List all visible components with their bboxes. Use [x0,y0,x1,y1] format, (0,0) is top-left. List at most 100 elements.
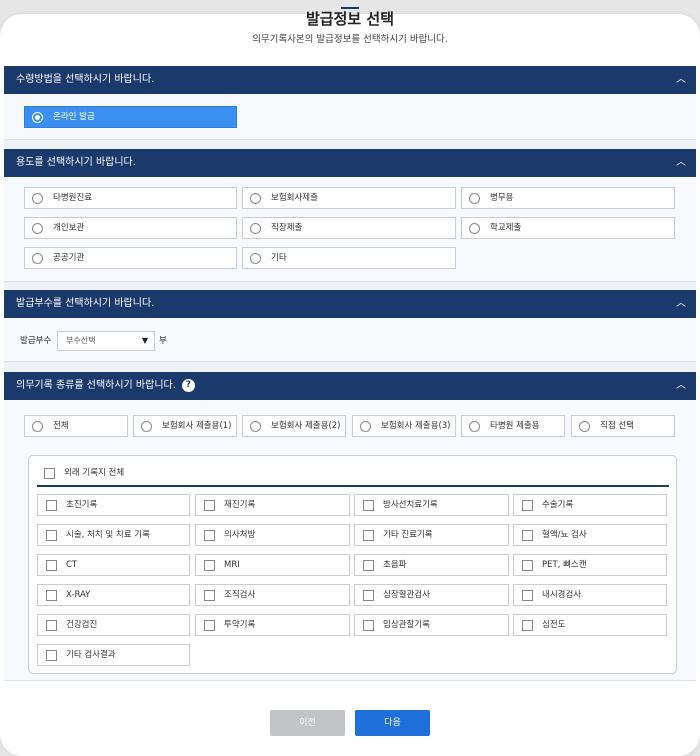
record-item-checkbox[interactable]: MRI [195,554,350,576]
prev-button[interactable]: 이전 [270,710,345,736]
option-label: 보험회사 제출용(3) [381,421,451,431]
purpose-option[interactable]: 공공기관 [24,247,237,269]
checkbox-label: 심전도 [542,620,566,630]
option-label: 공공기관 [53,253,85,263]
checkbox-icon [204,620,215,631]
purpose-option[interactable]: 직장제출 [242,217,456,239]
receipt-option-online[interactable]: 온라인 발급 [24,106,237,128]
checkbox-label: MRI [224,560,240,570]
checkbox-label: 외래 기록지 전체 [64,468,125,478]
checkbox-label: 임상관찰기록 [383,620,430,630]
record-type-option[interactable]: 보험회사 제출용(2) [242,415,346,437]
checkbox-icon [204,590,215,601]
record-item-checkbox[interactable]: 기타 진료기록 [354,524,509,546]
section-body-copies: 발급부수 부수선택 ▼ 부 [4,318,696,362]
record-type-option[interactable]: 전체 [24,415,128,437]
checkbox-label: 수술기록 [542,500,574,510]
checkbox-label: CT [66,560,78,570]
checkbox-label: X-RAY [66,590,91,600]
option-label: 직접 선택 [600,421,634,431]
record-item-checkbox[interactable]: 의사처방 [195,524,350,546]
section-title: 용도를 선택하시기 바랍니다. [16,157,136,168]
record-item-checkbox[interactable]: 재진기록 [195,494,350,516]
option-label: 온라인 발급 [53,112,95,122]
record-item-checkbox[interactable]: X-RAY [37,584,190,606]
radio-icon [250,421,261,432]
copies-select-value: 부수선택 [66,336,96,345]
checkbox-icon [46,650,57,661]
section-header-receipt[interactable]: 수령방법을 선택하시기 바랍니다. ︿ [4,66,696,94]
checkbox-icon [46,560,57,571]
checkbox-icon [522,530,533,541]
purpose-option[interactable]: 개인보관 [24,217,237,239]
section-body-purpose: 타병원진료 보험회사제출 병무용 개인보관 직장제출 학교제출 공공기관 기타 [4,177,696,282]
section-header-purpose[interactable]: 용도를 선택하시기 바랍니다. ︿ [4,149,696,177]
purpose-option[interactable]: 학교제출 [461,217,675,239]
purpose-option[interactable]: 타병원진료 [24,187,237,209]
record-item-checkbox[interactable]: 투약기록 [195,614,350,636]
record-item-checkbox[interactable]: PET, 뼈스캔 [513,554,667,576]
checkbox-label: 방사선치료기록 [383,500,438,510]
question-circle-icon[interactable]: ? [181,378,195,392]
radio-icon [250,223,261,234]
checkbox-label: 시술, 처치 및 치료 기록 [66,530,150,540]
record-item-checkbox[interactable]: 기타 검사결과 [37,644,190,666]
record-type-option[interactable]: 보험회사 제출용(1) [133,415,237,437]
radio-icon [32,193,43,204]
checkbox-icon [363,620,374,631]
chevron-up-icon[interactable]: ︿ [676,290,686,318]
checkbox-icon [363,530,374,541]
record-all-checkbox[interactable]: 외래 기록지 전체 [36,463,668,485]
record-type-option[interactable]: 타병원 제출용 [461,415,565,437]
option-label: 보험회사 제출용(1) [162,421,232,431]
purpose-option[interactable]: 병무용 [461,187,675,209]
checkbox-label: 조직검사 [224,590,256,600]
next-button[interactable]: 다음 [355,710,430,736]
chevron-up-icon[interactable]: ︿ [676,372,686,400]
page-subtitle: 의무기록사본의 발급정보를 선택하시기 바랍니다. [252,34,448,45]
checkbox-label: PET, 뼈스캔 [542,560,587,570]
record-item-checkbox[interactable]: 임상관찰기록 [354,614,509,636]
record-item-checkbox[interactable]: 시술, 처치 및 치료 기록 [37,524,190,546]
radio-icon [32,223,43,234]
section-header-records[interactable]: 의무기록 종류를 선택하시기 바랍니다.? ︿ [4,372,696,400]
record-item-checkbox[interactable]: 심전도 [513,614,667,636]
record-item-checkbox[interactable]: 수술기록 [513,494,667,516]
record-item-checkbox[interactable]: 내시경검사 [513,584,667,606]
record-item-checkbox[interactable]: 건강검진 [37,614,190,636]
purpose-option[interactable]: 보험회사제출 [242,187,456,209]
record-item-checkbox[interactable]: 조직검사 [195,584,350,606]
record-type-option[interactable]: 직접 선택 [571,415,675,437]
copies-unit: 부 [159,336,167,346]
radio-icon [250,253,261,264]
record-item-checkbox[interactable]: CT [37,554,190,576]
checkbox-icon [522,590,533,601]
option-label: 학교제출 [490,223,522,233]
option-label: 병무용 [490,193,514,203]
checkbox-label: 건강검진 [66,620,98,630]
purpose-option[interactable]: 기타 [242,247,456,269]
option-label: 보험회사제출 [271,193,318,203]
record-item-checkbox[interactable]: 심장혈관검사 [354,584,509,606]
record-item-checkbox[interactable]: 방사선치료기록 [354,494,509,516]
checkbox-icon [44,468,55,479]
section-header-copies[interactable]: 발급부수를 선택하시기 바랍니다. ︿ [4,290,696,318]
section-body-receipt: 온라인 발급 [4,94,696,140]
page-title: 발급정보 선택 [305,10,395,28]
radio-icon [250,193,261,204]
checkbox-label: 의사처방 [224,530,256,540]
checkbox-label: 심장혈관검사 [383,590,430,600]
option-label: 타병원 제출용 [490,421,540,431]
record-type-option[interactable]: 보험회사 제출용(3) [352,415,456,437]
copies-select[interactable]: 부수선택 ▼ [57,331,155,351]
record-item-checkbox[interactable]: 초진기록 [37,494,190,516]
checkbox-icon [204,500,215,511]
chevron-up-icon[interactable]: ︿ [676,149,686,177]
option-label: 기타 [271,253,287,263]
divider [37,485,669,487]
record-item-checkbox[interactable]: 혈액/뇨 검사 [513,524,667,546]
chevron-up-icon[interactable]: ︿ [676,66,686,94]
record-item-checkbox[interactable]: 초음파 [354,554,509,576]
checkbox-label: 재진기록 [224,500,256,510]
caret-down-icon: ▼ [141,336,148,345]
